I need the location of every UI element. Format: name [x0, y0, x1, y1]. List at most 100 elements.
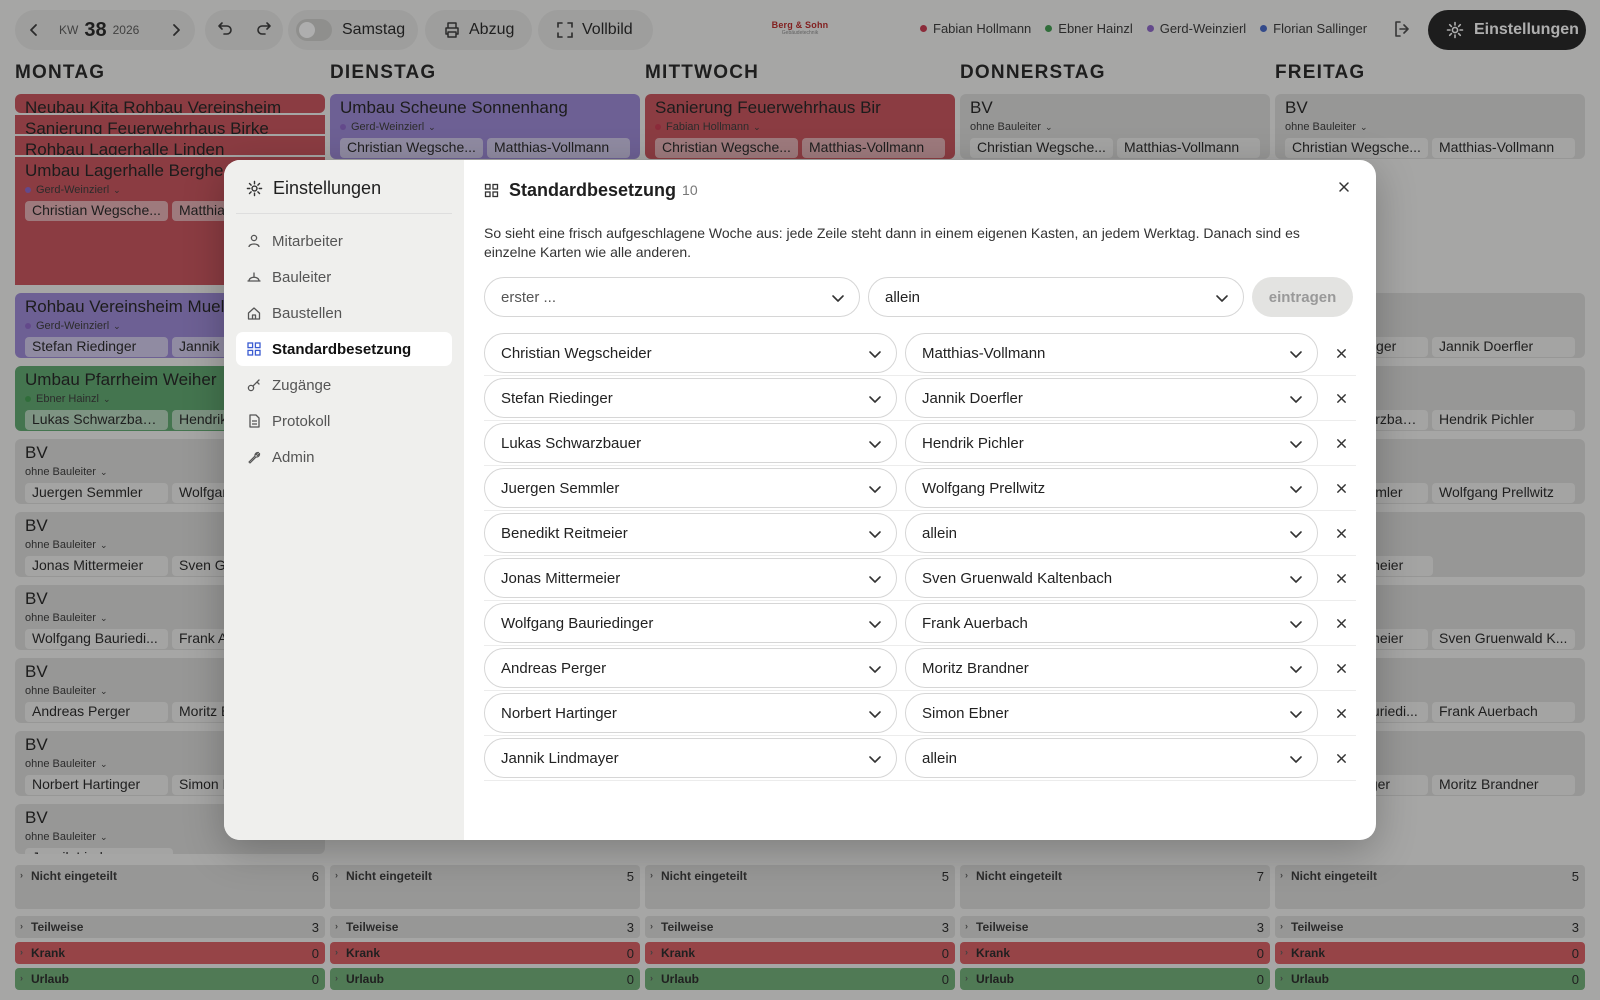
remove-row-button[interactable] [1326, 708, 1356, 719]
first-worker-select[interactable]: Norbert Hartinger [484, 693, 897, 733]
first-worker-value: Jannik Lindmayer [501, 749, 619, 767]
nav-item-admin[interactable]: Admin [236, 440, 452, 474]
section-header: Standardbesetzung 10 [484, 178, 1356, 202]
second-worker-select[interactable]: Moritz Brandner [905, 648, 1318, 688]
settings-sidebar: Einstellungen Mitarbeiter Bauleiter Bauste… [224, 160, 464, 840]
close-icon [1336, 438, 1346, 448]
user-icon [248, 234, 260, 248]
remove-row-button[interactable] [1326, 663, 1356, 674]
settings-modal: Einstellungen Mitarbeiter Bauleiter Bauste… [224, 160, 1376, 840]
remove-row-button[interactable] [1326, 618, 1356, 629]
first-worker-select[interactable]: Jannik Lindmayer [484, 738, 897, 778]
second-worker-select[interactable]: Matthias-Vollmann [905, 333, 1318, 373]
chevron-down-icon [869, 351, 881, 358]
close-icon [1336, 573, 1346, 583]
second-worker-value: Moritz Brandner [922, 659, 1029, 677]
first-worker-select[interactable]: Lukas Schwarzbauer [484, 423, 897, 463]
remove-row-button[interactable] [1326, 483, 1356, 494]
first-worker-select[interactable]: Christian Wegscheider [484, 333, 897, 373]
close-icon [1336, 753, 1346, 763]
chevron-down-icon [1290, 396, 1302, 403]
remove-row-button[interactable] [1326, 573, 1356, 584]
chevron-down-icon [1290, 756, 1302, 763]
nav-item-label: Baustellen [272, 304, 343, 322]
chevron-down-icon [1290, 486, 1302, 493]
nav-item-label: Admin [272, 448, 315, 466]
first-worker-select[interactable]: erster ... [484, 277, 860, 317]
nav-item-label: Mitarbeiter [272, 232, 343, 250]
second-worker-value: allein [922, 749, 958, 767]
close-icon [1336, 528, 1346, 538]
second-worker-select[interactable]: Frank Auerbach [905, 603, 1318, 643]
second-worker-value: Matthias-Vollmann [922, 344, 1046, 362]
second-worker-select[interactable]: Simon Ebner [905, 693, 1318, 733]
second-worker-value: Simon Ebner [922, 704, 1009, 722]
settings-nav: Mitarbeiter Bauleiter Baustellen Standardbe… [236, 224, 452, 474]
second-worker-select[interactable]: Hendrik Pichler [905, 423, 1318, 463]
second-worker-value: Sven Gruenwald Kaltenbach [922, 569, 1113, 587]
close-icon [1336, 663, 1346, 673]
settings-sidebar-title: Einstellungen [273, 178, 382, 198]
second-worker-value: Jannik Doerfler [922, 389, 1023, 407]
first-worker-select[interactable]: Wolfgang Bauriedinger [484, 603, 897, 643]
remove-row-button[interactable] [1326, 753, 1356, 764]
chevron-down-icon [869, 576, 881, 583]
second-worker-select[interactable]: allein [905, 513, 1318, 553]
first-worker-select[interactable]: Jonas Mittermeier [484, 558, 897, 598]
section-description: So sieht eine frisch aufgeschlagene Woch… [484, 225, 1300, 260]
remove-row-button[interactable] [1326, 438, 1356, 449]
nav-item-bauleiter[interactable]: Bauleiter [236, 260, 452, 294]
chevron-down-icon [832, 295, 844, 302]
grid-icon [247, 342, 261, 356]
nav-item-label: Standardbesetzung [272, 340, 412, 358]
second-worker-value: Hendrik Pichler [922, 434, 1024, 452]
pairing-row: Lukas Schwarzbauer Hendrik Pichler [484, 421, 1356, 466]
pairing-row: Christian Wegscheider Matthias-Vollmann [484, 331, 1356, 376]
first-worker-select[interactable]: Benedikt Reitmeier [484, 513, 897, 553]
chevron-down-icon [1290, 351, 1302, 358]
chevron-down-icon [869, 396, 881, 403]
chevron-down-icon [869, 486, 881, 493]
add-pairing-row: erster ... allein eintragen [484, 277, 1356, 317]
second-worker-select[interactable]: Jannik Doerfler [905, 378, 1318, 418]
first-worker-select[interactable]: Stefan Riedinger [484, 378, 897, 418]
chevron-down-icon [1290, 531, 1302, 538]
first-worker-placeholder: erster ... [501, 288, 557, 306]
first-worker-value: Jonas Mittermeier [501, 569, 621, 587]
nav-item-mitarbeiter[interactable]: Mitarbeiter [236, 224, 452, 258]
chevron-down-icon [869, 441, 881, 448]
remove-row-button[interactable] [1326, 348, 1356, 359]
pairing-row: Wolfgang Bauriedinger Frank Auerbach [484, 601, 1356, 646]
second-worker-select[interactable]: allein [905, 738, 1318, 778]
remove-row-button[interactable] [1326, 393, 1356, 404]
second-worker-select[interactable]: Wolfgang Prellwitz [905, 468, 1318, 508]
chevron-down-icon [1290, 621, 1302, 628]
second-worker-select[interactable]: Sven Gruenwald Kaltenbach [905, 558, 1318, 598]
add-pairing-button[interactable]: eintragen [1252, 277, 1353, 317]
chevron-down-icon [1290, 666, 1302, 673]
remove-row-button[interactable] [1326, 528, 1356, 539]
first-worker-value: Lukas Schwarzbauer [501, 434, 642, 452]
pairing-row: Norbert Hartinger Simon Ebner [484, 691, 1356, 736]
nav-item-protokoll[interactable]: Protokoll [236, 404, 452, 438]
first-worker-value: Wolfgang Bauriedinger [501, 614, 654, 632]
first-worker-select[interactable]: Juergen Semmler [484, 468, 897, 508]
second-worker-select[interactable]: allein [868, 277, 1244, 317]
first-worker-value: Andreas Perger [501, 659, 607, 677]
second-worker-value: Frank Auerbach [922, 614, 1028, 632]
chevron-down-icon [1290, 711, 1302, 718]
close-modal-button[interactable] [1338, 180, 1350, 198]
chevron-down-icon [869, 756, 881, 763]
nav-item-standardbesetzung[interactable]: Standardbesetzung [236, 332, 452, 366]
second-worker-value: allein [885, 288, 921, 306]
first-worker-select[interactable]: Andreas Perger [484, 648, 897, 688]
close-icon [1339, 182, 1349, 192]
pairing-row: Juergen Semmler Wolfgang Prellwitz [484, 466, 1356, 511]
nav-item-zugänge[interactable]: Zugänge [236, 368, 452, 402]
pairing-row: Jannik Lindmayer allein [484, 736, 1356, 781]
chevron-down-icon [869, 621, 881, 628]
nav-item-label: Protokoll [272, 412, 331, 430]
nav-item-baustellen[interactable]: Baustellen [236, 296, 452, 330]
close-icon [1336, 483, 1346, 493]
close-icon [1336, 348, 1346, 358]
